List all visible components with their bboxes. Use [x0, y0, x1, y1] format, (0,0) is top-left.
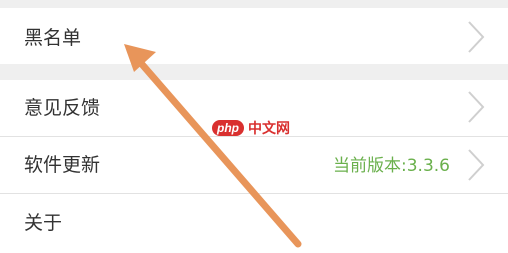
watermark-site-text: 中文网	[248, 121, 290, 137]
version-value: 当前版本:3.3.6	[333, 156, 450, 176]
chevron-right-icon	[466, 148, 486, 182]
section-gap	[0, 0, 508, 8]
settings-item-software-update[interactable]: 软件更新 当前版本:3.3.6	[0, 137, 508, 193]
settings-item-label: 黑名单	[24, 27, 82, 49]
chevron-right-icon	[466, 20, 486, 54]
settings-item-label: 关于	[24, 212, 63, 234]
settings-item-about[interactable]: 关于	[0, 194, 508, 253]
watermark-logo: php	[212, 120, 244, 136]
settings-screen: 黑名单 意见反馈 软件更新 当前版本:3.3.6 关于 php 中文网	[0, 0, 508, 253]
section-gap	[0, 64, 508, 80]
settings-item-label: 意见反馈	[24, 97, 101, 119]
watermark: php 中文网	[212, 118, 290, 138]
settings-item-label: 软件更新	[24, 154, 101, 176]
settings-item-blacklist[interactable]: 黑名单	[0, 8, 508, 64]
chevron-right-icon	[466, 90, 486, 124]
